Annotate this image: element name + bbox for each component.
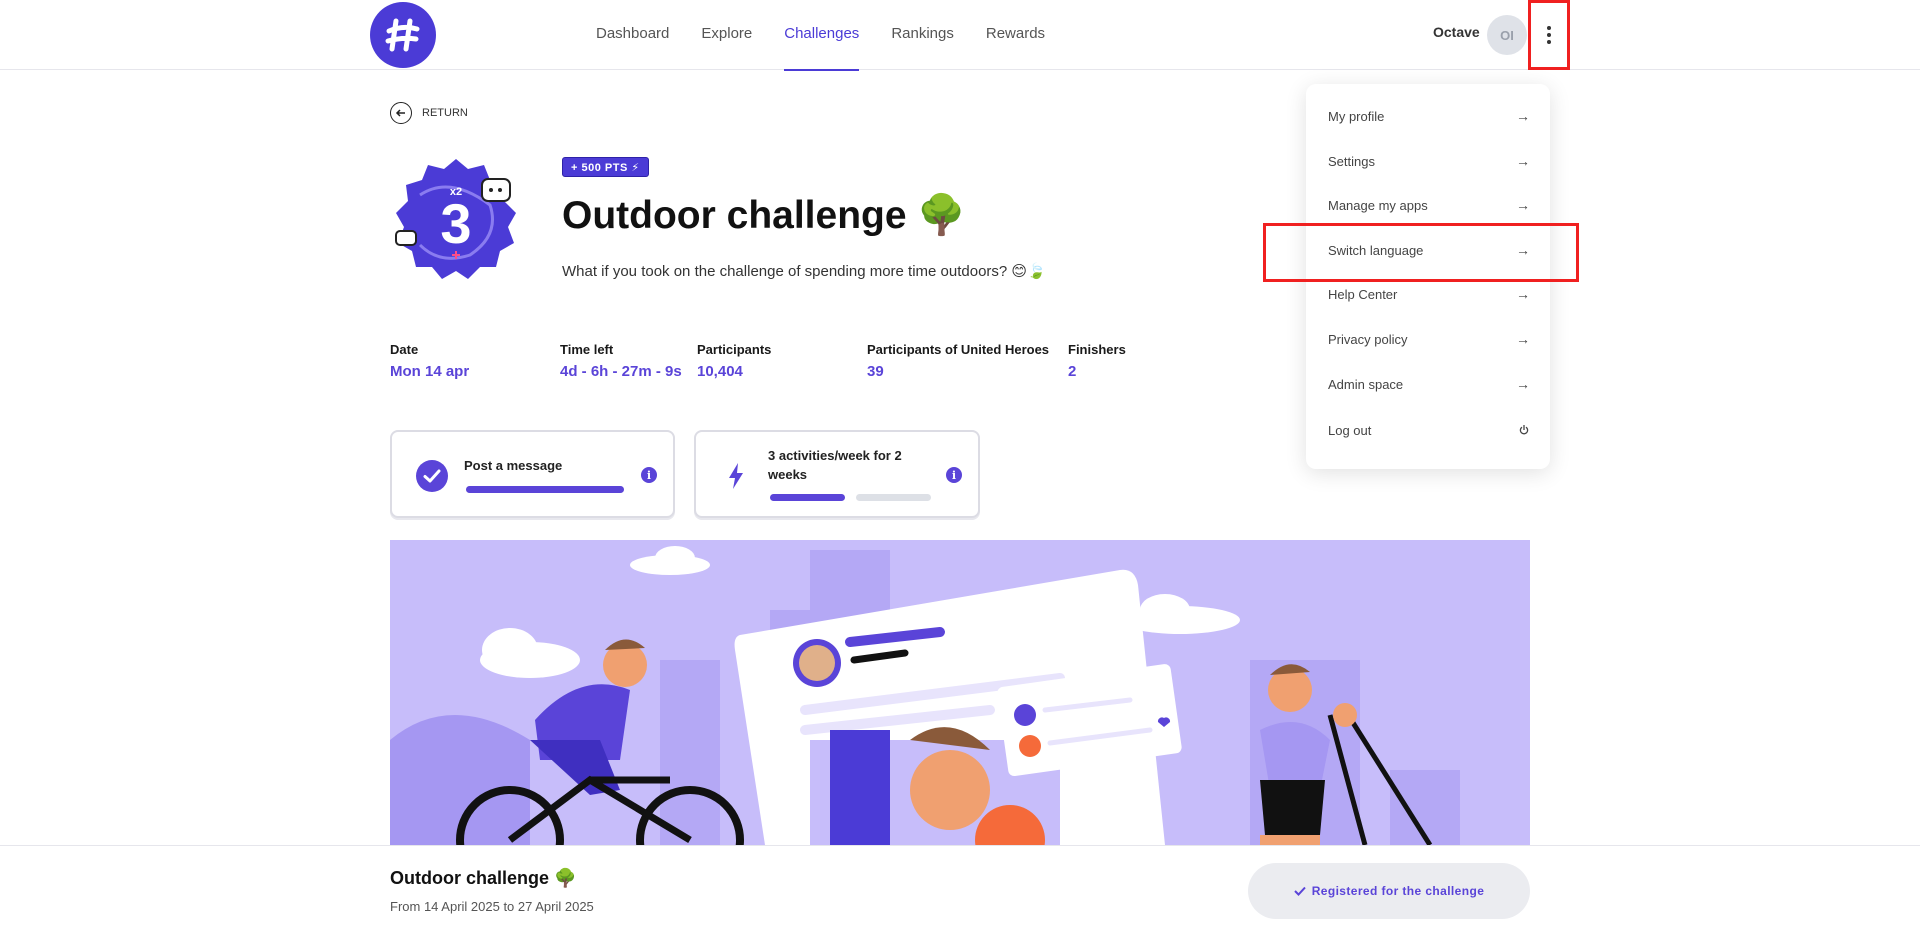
arrow-right-icon: →	[1516, 242, 1530, 258]
arrow-left-icon	[390, 102, 412, 124]
outdoor-illustration-icon	[390, 546, 1460, 845]
return-label: RETURN	[422, 107, 468, 119]
arrow-right-icon: →	[1516, 331, 1530, 347]
kebab-dot-icon	[1547, 33, 1551, 37]
svg-text:3: 3	[440, 192, 471, 255]
goal-progress-fill	[466, 486, 624, 493]
menu-item-admin-space[interactable]: Admin space →	[1328, 372, 1530, 396]
user-name[interactable]: Octave	[1433, 24, 1480, 40]
registered-button[interactable]: Registered for the challenge	[1248, 863, 1530, 919]
stat-date: Date Mon 14 apr	[390, 342, 470, 380]
menu-item-switch-language[interactable]: Switch language →	[1328, 238, 1530, 262]
menu-item-my-profile[interactable]: My profile →	[1328, 104, 1530, 128]
goal-progress-week-1	[770, 494, 845, 501]
lightning-icon	[729, 463, 743, 489]
goal-card-activities[interactable]: 3 activities/week for 2 weeks i	[694, 430, 980, 518]
goal-progress-week-2	[856, 494, 931, 501]
nav-challenges[interactable]: Challenges	[784, 0, 860, 71]
challenge-hero-illustration	[390, 540, 1530, 845]
arrow-right-icon: →	[1516, 286, 1530, 302]
nav-explore[interactable]: Explore	[701, 0, 752, 70]
menu-item-manage-apps[interactable]: Manage my apps →	[1328, 193, 1530, 217]
menu-item-help-center[interactable]: Help Center →	[1328, 282, 1530, 306]
goal-text: Post a message	[464, 458, 563, 473]
app-logo[interactable]	[370, 2, 436, 68]
info-icon[interactable]: i	[641, 467, 657, 483]
bottom-challenge-title: Outdoor challenge 🌳	[390, 868, 577, 888]
stat-time-left: Time left 4d - 6h - 27m - 9s	[560, 342, 682, 380]
arrow-right-icon: →	[1516, 153, 1530, 169]
challenge-description: What if you took on the challenge of spe…	[562, 263, 1046, 280]
logo-h-icon	[385, 18, 420, 52]
main-nav: Dashboard Explore Challenges Rankings Re…	[596, 0, 1077, 71]
user-dropdown-menu: My profile → Settings → Manage my apps → Sw…	[1306, 84, 1550, 469]
nav-rewards[interactable]: Rewards	[986, 0, 1045, 70]
info-icon[interactable]: i	[946, 467, 962, 483]
check-icon	[1293, 886, 1306, 896]
arrow-right-icon: →	[1516, 376, 1530, 392]
menu-item-privacy-policy[interactable]: Privacy policy →	[1328, 327, 1530, 351]
nav-dashboard[interactable]: Dashboard	[596, 0, 669, 70]
avatar[interactable]: OI	[1487, 15, 1527, 55]
bottom-challenge-dates: From 14 April 2025 to 27 April 2025	[390, 899, 594, 914]
goal-text: 3 activities/week for 2 weeks	[768, 448, 902, 482]
svg-text:x2: x2	[450, 186, 462, 198]
stat-team-participants: Participants of United Heroes 39	[867, 342, 1050, 380]
nav-rankings[interactable]: Rankings	[891, 0, 954, 70]
return-link[interactable]: RETURN	[390, 102, 468, 124]
kebab-dot-icon	[1547, 26, 1551, 30]
stat-participants: Participants 10,404	[697, 342, 772, 380]
registered-label: Registered for the challenge	[1311, 884, 1485, 898]
check-circle-icon	[416, 460, 448, 492]
points-badge: + 500 PTS ⚡	[562, 157, 649, 177]
bottom-summary-bar: Outdoor challenge 🌳 From 14 April 2025 t…	[0, 845, 1920, 934]
goal-card-post-message[interactable]: Post a message i	[390, 430, 675, 518]
menu-item-log-out[interactable]: Log out	[1328, 418, 1530, 442]
challenge-title: Outdoor challenge 🌳	[562, 194, 966, 237]
stat-finishers: Finishers 2	[1068, 342, 1126, 380]
top-bar: Dashboard Explore Challenges Rankings Re…	[0, 0, 1920, 71]
more-menu-button[interactable]	[1528, 0, 1570, 70]
power-icon	[1519, 425, 1529, 435]
arrow-right-icon: →	[1516, 197, 1530, 213]
arrow-right-icon: →	[1516, 108, 1530, 124]
kebab-dot-icon	[1547, 40, 1551, 44]
challenge-badge-icon: 3 x2	[395, 159, 516, 279]
menu-item-settings[interactable]: Settings →	[1328, 149, 1530, 173]
